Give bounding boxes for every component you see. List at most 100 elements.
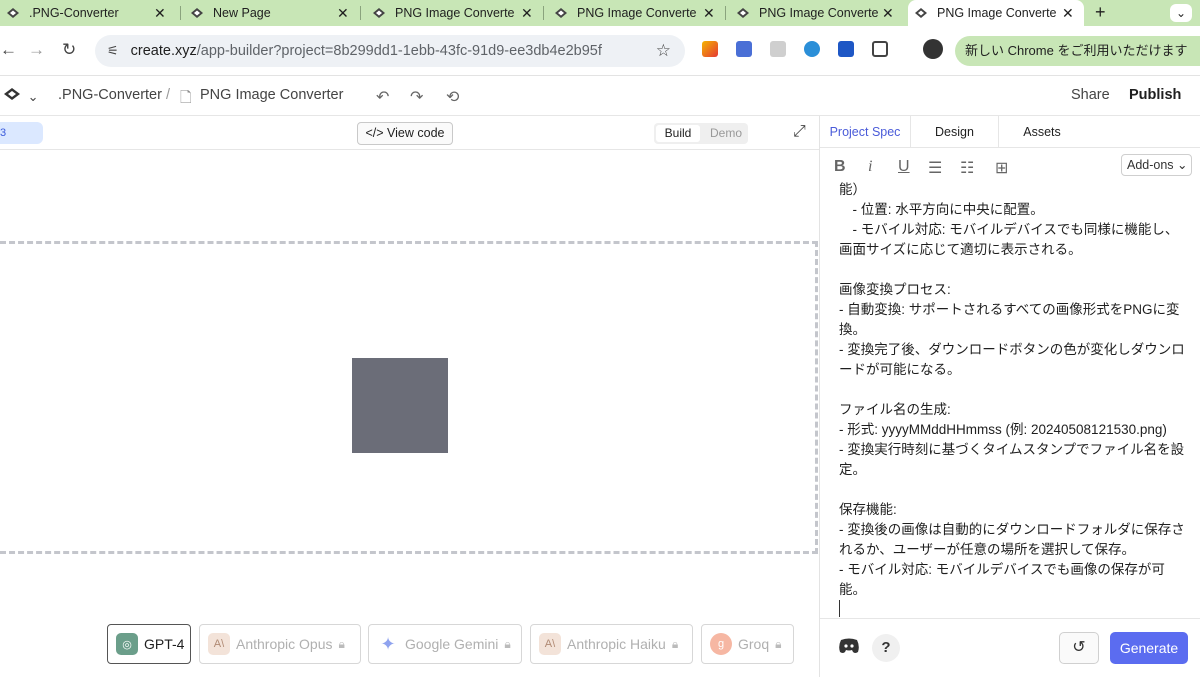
model-anthropic-haiku-button[interactable]: A\ Anthropic Haiku 🔒︎ — [530, 624, 693, 664]
tab-project-spec[interactable]: Project Spec — [820, 116, 911, 148]
share-button[interactable]: Share — [1071, 87, 1110, 103]
new-tab-button[interactable]: + — [1095, 2, 1106, 23]
italic-icon[interactable]: i — [868, 158, 872, 176]
ordered-list-icon[interactable]: ☰ — [928, 158, 942, 178]
gemini-icon: ✦ — [380, 633, 396, 654]
bullet-list-icon[interactable]: ☷ — [960, 158, 974, 178]
close-tab-icon[interactable]: ✕ — [882, 5, 894, 22]
browser-tab[interactable]: PNG Image Converte ✕ — [366, 0, 541, 26]
anthropic-icon: A\ — [539, 633, 561, 655]
openai-icon: ◎ — [116, 633, 138, 655]
tab-design[interactable]: Design — [911, 116, 999, 148]
extension-blocks-icon[interactable] — [838, 41, 854, 57]
browser-tab-active[interactable]: PNG Image Converte ✕ — [908, 0, 1084, 26]
panel-footer: ? ↺ Generate — [820, 618, 1200, 677]
lock-icon: 🔒︎ — [338, 636, 345, 651]
build-tab[interactable]: Build — [656, 125, 700, 142]
model-gpt4-button[interactable]: ◎ GPT-4 — [107, 624, 191, 664]
model-label: Google Gemini — [405, 636, 499, 652]
browser-tab-bar: .PNG-Converter ✕ New Page ✕ PNG Image Co… — [0, 0, 1200, 26]
url-path: /app-builder?project=8b299dd1-1ebb-43fc-… — [196, 43, 602, 59]
browser-tab[interactable]: PNG Image Converte ✕ — [548, 0, 723, 26]
project-spec-editor[interactable]: 能） - 位置: 水平方向に中央に配置。 - モバイル対応: モバイルデバイスで… — [839, 180, 1189, 620]
model-anthropic-opus-button[interactable]: A\ Anthropic Opus 🔒︎ — [199, 624, 361, 664]
close-tab-icon[interactable]: ✕ — [1062, 5, 1074, 22]
breadcrumb-separator: / — [166, 87, 171, 103]
browser-tab[interactable]: PNG Image Converte ✕ — [730, 0, 905, 26]
create-logo-icon — [554, 6, 568, 20]
breadcrumb-project[interactable]: .PNG-Converter — [58, 87, 162, 103]
revert-icon: ↺ — [1072, 639, 1086, 656]
view-code-button[interactable]: </> View code — [357, 122, 453, 145]
chrome-update-banner[interactable]: 新しい Chrome をご利用いただけます — [955, 36, 1200, 66]
undo-icon[interactable]: ↶ — [376, 87, 389, 107]
redo-icon[interactable]: ↷ — [410, 87, 423, 107]
spec-panel: Project Spec Design Assets B i U ☰ ☷ ⊞ A… — [819, 116, 1200, 677]
text-cursor — [839, 600, 840, 617]
anthropic-icon: A\ — [208, 633, 230, 655]
forward-icon[interactable]: → — [28, 40, 45, 60]
history-icon[interactable]: ⟲ — [446, 87, 459, 107]
bookmark-star-icon[interactable]: ☆ — [656, 41, 671, 61]
url-bar[interactable]: ⚟ create.xyz/app-builder?project=8b299dd… — [95, 35, 685, 67]
close-tab-icon[interactable]: ✕ — [521, 5, 533, 22]
extensions-puzzle-icon[interactable] — [872, 41, 888, 57]
create-logo-icon — [372, 6, 386, 20]
discord-icon[interactable] — [835, 634, 863, 662]
help-button[interactable]: ? — [872, 634, 900, 662]
browser-tab[interactable]: .PNG-Converter ✕ — [0, 0, 180, 26]
chevron-down-icon: ⌄ — [1177, 158, 1188, 172]
revert-button[interactable]: ↺ — [1059, 632, 1099, 664]
canvas-area: 3 </> View code Build Demo ⤢ ◎ GPT-4 A\ … — [0, 116, 819, 677]
add-image-icon[interactable]: ⊞ — [995, 158, 1008, 178]
create-logo-icon — [736, 6, 750, 20]
breadcrumb-page[interactable]: PNG Image Converter — [200, 87, 343, 103]
lock-icon: 🔒︎ — [504, 636, 511, 651]
logo-menu-icon[interactable]: ⌄ — [4, 87, 39, 105]
panel-tabs: Project Spec Design Assets — [820, 116, 1200, 148]
close-tab-icon[interactable]: ✕ — [337, 5, 349, 22]
model-label: Groq — [738, 636, 770, 652]
url-host: create.xyz — [130, 43, 197, 59]
extension-a-icon[interactable] — [770, 41, 786, 57]
model-label: Anthropic Opus — [236, 636, 333, 652]
model-google-gemini-button[interactable]: ✦ Google Gemini 🔒︎ — [368, 624, 522, 664]
back-icon[interactable]: ← — [0, 40, 17, 60]
canvas-toolbar: 3 </> View code Build Demo ⤢ — [0, 116, 819, 150]
groq-icon: g — [710, 633, 732, 655]
close-tab-icon[interactable]: ✕ — [154, 5, 166, 22]
publish-button[interactable]: Publish — [1129, 87, 1181, 103]
create-logo-icon — [6, 6, 20, 20]
browser-tab[interactable]: New Page ✕ — [184, 0, 359, 26]
underline-icon[interactable]: U — [898, 158, 910, 176]
extension-cube-icon[interactable] — [804, 41, 820, 57]
page-file-icon: 🗋 — [180, 90, 192, 106]
left-tab-badge[interactable]: 3 — [0, 122, 43, 144]
app-header: ⌄ .PNG-Converter / 🗋 PNG Image Converter… — [0, 76, 1200, 116]
profile-avatar[interactable] — [923, 39, 943, 59]
bold-icon[interactable]: B — [834, 158, 846, 176]
model-label: Anthropic Haiku — [567, 636, 666, 652]
lock-icon: 🔒︎ — [671, 636, 679, 651]
close-tab-icon[interactable]: ✕ — [703, 5, 715, 22]
model-groq-button[interactable]: g Groq 🔒︎ — [701, 624, 794, 664]
create-logo-icon — [914, 6, 928, 20]
lock-icon: 🔒︎ — [775, 636, 782, 651]
extension-pen-icon[interactable] — [702, 41, 718, 57]
model-label: GPT-4 — [144, 636, 185, 652]
demo-tab[interactable]: Demo — [706, 125, 746, 142]
addons-dropdown[interactable]: Add-ons ⌄ — [1121, 154, 1192, 176]
create-logo-icon — [190, 6, 204, 20]
preview-placeholder-square — [352, 358, 448, 453]
expand-icon[interactable]: ⤢ — [793, 123, 806, 141]
code-icon: </> — [365, 126, 384, 140]
tab-search-chevron-icon[interactable]: ⌄ — [1170, 4, 1192, 22]
build-demo-toggle: Build Demo — [654, 123, 748, 144]
site-settings-icon[interactable]: ⚟ — [107, 43, 119, 59]
view-code-label: View code — [387, 126, 445, 140]
generate-button[interactable]: Generate — [1110, 632, 1188, 664]
reload-icon[interactable]: ↻ — [62, 40, 76, 60]
extension-translate-icon[interactable] — [736, 41, 752, 57]
model-selector: ◎ GPT-4 A\ Anthropic Opus 🔒︎ ✦ Google Ge… — [0, 624, 819, 664]
tab-assets[interactable]: Assets — [999, 116, 1085, 148]
